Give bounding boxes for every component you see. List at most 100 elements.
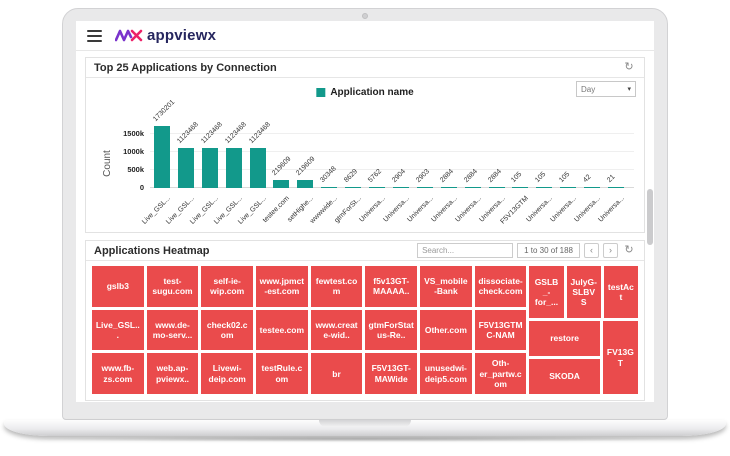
bar[interactable] xyxy=(202,148,218,188)
pagination-status: 1 to 30 of 188 xyxy=(517,243,580,258)
app-screen: appviewx Top 25 Applications by Connecti… xyxy=(76,21,654,402)
period-select[interactable]: Day ▾ xyxy=(576,81,636,97)
bar-value-label: 21 xyxy=(606,174,616,184)
heatmap-tile[interactable]: gslb3 xyxy=(92,266,144,307)
heatmap-tile[interactable]: F5V13GTMC-NAM xyxy=(475,310,527,351)
bar[interactable] xyxy=(536,187,552,188)
heatmap-tile[interactable]: gtmForStatus-Re.. xyxy=(365,310,417,351)
heatmap-tile[interactable]: www.create-wid.. xyxy=(311,310,363,351)
chart-legend: Application name xyxy=(316,87,413,98)
appviewx-logo[interactable]: appviewx xyxy=(115,27,216,45)
heatmap-tile[interactable]: www.de-mo-serv... xyxy=(147,310,199,351)
y-axis-tick: 1000k xyxy=(94,147,144,156)
heatmap-panel-title: Applications Heatmap xyxy=(94,245,210,257)
heatmap-right-bottom: restore SKODA FV13GT xyxy=(529,321,638,394)
bar-value-label: 5762 xyxy=(367,168,383,184)
next-page-button[interactable]: › xyxy=(603,243,618,258)
logo-wave-x-icon xyxy=(115,27,143,45)
vertical-scrollbar[interactable] xyxy=(647,189,653,245)
bar[interactable] xyxy=(345,187,361,188)
heatmap-tile[interactable]: f5v13GT-MAAAA.. xyxy=(365,266,417,307)
bar-chart: Count 0500k1000k1500k1730201Live_GSL...1… xyxy=(94,102,634,230)
bar[interactable] xyxy=(369,187,385,188)
heatmap-tile[interactable]: check02.com xyxy=(201,310,253,351)
heatmap-tile[interactable]: fewtest.com xyxy=(311,266,363,307)
refresh-icon[interactable]: ↻ xyxy=(622,61,636,75)
heatmap-tile[interactable]: www.jpmct-est.com xyxy=(256,266,308,307)
heatmap-tile[interactable]: F5V13GT-MAWide xyxy=(365,353,417,394)
bar-value-label: 8629 xyxy=(343,168,359,184)
bar-value-label: 219609 xyxy=(295,156,316,177)
heatmap-tile[interactable]: Oth-er_partw.com xyxy=(475,353,527,394)
heatmap-left-grid: gslb3test-sugu.comself-ie-wip.comwww.jpm… xyxy=(92,266,526,394)
bar[interactable] xyxy=(250,148,266,188)
heatmap-body: gslb3test-sugu.comself-ie-wip.comwww.jpm… xyxy=(86,261,644,400)
bar[interactable] xyxy=(393,187,409,188)
heatmap-panel: Applications Heatmap 1 to 30 of 188 ‹ › … xyxy=(85,240,645,401)
laptop-mockup: appviewx Top 25 Applications by Connecti… xyxy=(0,0,730,456)
heatmap-tile[interactable]: testRule.com xyxy=(256,353,308,394)
gridline xyxy=(150,169,634,170)
top25-panel: Top 25 Applications by Connection ↻ Appl… xyxy=(85,57,645,233)
bar[interactable] xyxy=(226,148,242,188)
bar[interactable] xyxy=(273,180,289,188)
heatmap-tile[interactable]: FV13GT xyxy=(603,321,638,394)
laptop-base xyxy=(4,420,726,436)
bar[interactable] xyxy=(441,187,457,188)
search-input[interactable] xyxy=(417,243,513,258)
y-axis-tick: 0 xyxy=(94,183,144,192)
bar[interactable] xyxy=(465,187,481,188)
refresh-icon[interactable]: ↻ xyxy=(622,244,636,258)
bar[interactable] xyxy=(489,187,505,188)
gridline xyxy=(150,151,634,152)
heatmap-tile[interactable]: Livewi-deip.com xyxy=(201,353,253,394)
bar-value-label: 1730201 xyxy=(152,98,176,122)
gridline xyxy=(150,133,634,134)
heatmap-tile[interactable]: www.fb-zs.com xyxy=(92,353,144,394)
menu-icon[interactable] xyxy=(87,30,102,42)
top25-chart-body: Application name Day ▾ Count 0500k1000k1… xyxy=(86,78,644,232)
bar-value-label: 219609 xyxy=(271,156,292,177)
bar[interactable] xyxy=(178,148,194,188)
heatmap-tile[interactable]: GSLB_-for_... xyxy=(529,266,563,318)
heatmap-tile[interactable]: testee.com xyxy=(256,310,308,351)
heatmap-tile[interactable]: self-ie-wip.com xyxy=(201,266,253,307)
heatmap-tile[interactable]: dissociate-check.com xyxy=(475,266,527,307)
laptop-base-notch xyxy=(319,420,411,427)
laptop-bezel: appviewx Top 25 Applications by Connecti… xyxy=(62,8,668,420)
bar[interactable] xyxy=(608,187,624,188)
bar-value-label: 2904 xyxy=(391,168,407,184)
heatmap-tile[interactable]: web.ap-pviewx.. xyxy=(147,353,199,394)
heatmap-tile[interactable]: JulyG-SLBVS xyxy=(567,266,601,318)
top25-panel-header: Top 25 Applications by Connection ↻ xyxy=(86,58,644,78)
bar[interactable] xyxy=(417,187,433,188)
heatmap-tile[interactable]: unusedwi-deip5.com xyxy=(420,353,472,394)
heatmap-tile[interactable]: testAct xyxy=(604,266,638,318)
bar[interactable] xyxy=(584,187,600,188)
heatmap-tile[interactable]: Live_GSL... xyxy=(92,310,144,351)
webcam-dot xyxy=(362,13,368,19)
heatmap-tile[interactable]: test-sugu.com xyxy=(147,266,199,307)
heatmap-tile[interactable]: VS_mobile-Bank xyxy=(420,266,472,307)
bar[interactable] xyxy=(154,126,170,188)
heatmap-panel-header: Applications Heatmap 1 to 30 of 188 ‹ › … xyxy=(86,241,644,261)
bar[interactable] xyxy=(321,187,337,188)
heatmap-tile[interactable]: SKODA xyxy=(529,359,599,394)
heatmap-tile[interactable]: br xyxy=(311,353,363,394)
bar-value-label: 105 xyxy=(558,171,571,184)
bar-value-label: 2884 xyxy=(439,168,455,184)
bar-value-label: 105 xyxy=(534,171,547,184)
heatmap-right-top-row: GSLB_-for_...JulyG-SLBVStestAct xyxy=(529,266,638,318)
legend-swatch-icon xyxy=(316,88,325,97)
bar[interactable] xyxy=(512,187,528,188)
heatmap-grid: gslb3test-sugu.comself-ie-wip.comwww.jpm… xyxy=(92,266,638,394)
bar-value-label: 105 xyxy=(510,171,523,184)
bar[interactable] xyxy=(560,187,576,188)
heatmap-tile[interactable]: Other.com xyxy=(420,310,472,351)
bar-value-label: 2903 xyxy=(415,168,431,184)
prev-page-button[interactable]: ‹ xyxy=(584,243,599,258)
bar-value-label: 2884 xyxy=(463,168,479,184)
legend-label: Application name xyxy=(330,87,413,98)
heatmap-tile[interactable]: restore xyxy=(529,321,599,356)
bar[interactable] xyxy=(297,180,313,188)
